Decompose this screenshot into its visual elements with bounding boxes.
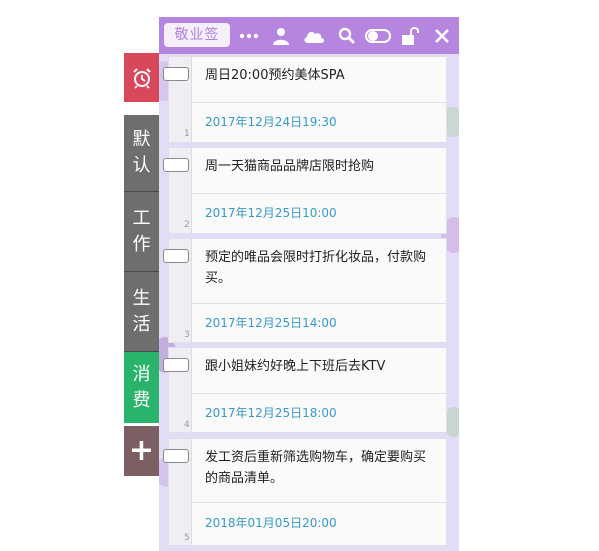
tab-spending-label-top: 消 bbox=[132, 363, 151, 385]
reminder-time: 2017年12月24日19:30 bbox=[205, 115, 337, 129]
user-icon[interactable] bbox=[270, 25, 292, 47]
tab-default[interactable]: 默 认 bbox=[124, 115, 159, 192]
note-card[interactable]: 预定的唯品会限时打折化妆品，付款购买。 2017年12月25日14:00 3 bbox=[163, 239, 446, 342]
note-text: 周日20:00预约美体SPA bbox=[205, 68, 345, 83]
plus-icon: + bbox=[128, 433, 155, 468]
alarm-clock-icon bbox=[132, 67, 151, 89]
reminder-time: 2017年12月25日10:00 bbox=[205, 206, 337, 220]
reminder-time: 2017年12月25日18:00 bbox=[205, 406, 337, 420]
note-card[interactable]: 周一天猫商品品牌店限时抢购 2017年12月25日10:00 2 bbox=[163, 148, 446, 233]
note-text: 周一天猫商品品牌店限时抢购 bbox=[205, 159, 375, 174]
note-number: 1 bbox=[184, 129, 190, 139]
search-icon[interactable] bbox=[336, 25, 358, 47]
card-divider bbox=[191, 393, 446, 394]
note-number: 4 bbox=[184, 420, 190, 430]
note-text: 预定的唯品会限时打折化妆品，付款购买。 bbox=[205, 250, 427, 286]
add-category-button[interactable]: + bbox=[124, 426, 159, 476]
notes-window: 敬业签 周日20:00预约美体SPA 2017年12月24日19:30 1 周一… bbox=[159, 17, 459, 551]
tab-life-label-bottom: 活 bbox=[132, 313, 151, 335]
reminder-time: 2018年01月05日20:00 bbox=[205, 516, 337, 530]
note-text: 跟小姐妹约好晚上下班后去KTV bbox=[205, 359, 386, 374]
tab-spending[interactable]: 消 费 bbox=[124, 352, 159, 423]
tab-life[interactable]: 生 活 bbox=[124, 272, 159, 352]
binder-ring bbox=[163, 67, 189, 81]
card-divider bbox=[191, 303, 446, 304]
tab-work-label-bottom: 作 bbox=[132, 233, 151, 255]
cloud-icon[interactable] bbox=[303, 25, 325, 47]
tab-spending-label-bottom: 费 bbox=[132, 389, 151, 411]
card-divider bbox=[191, 102, 446, 103]
alarm-tab[interactable] bbox=[124, 53, 159, 102]
note-card[interactable]: 跟小姐妹约好晚上下班后去KTV 2017年12月25日18:00 4 bbox=[163, 348, 446, 432]
binder-ring bbox=[163, 249, 189, 263]
tab-life-label-top: 生 bbox=[132, 287, 151, 309]
binder-ring bbox=[163, 449, 189, 463]
binder-ring bbox=[163, 358, 189, 372]
binder-ring bbox=[163, 158, 189, 172]
note-card[interactable]: 周日20:00预约美体SPA 2017年12月24日19:30 1 bbox=[163, 57, 446, 142]
note-number: 5 bbox=[184, 533, 190, 543]
reminder-time: 2017年12月25日14:00 bbox=[205, 316, 337, 330]
note-number: 2 bbox=[184, 220, 190, 230]
more-icon[interactable] bbox=[238, 25, 260, 47]
unlock-icon[interactable] bbox=[399, 25, 421, 47]
note-number: 3 bbox=[184, 330, 190, 340]
note-card[interactable]: 发工资后重新筛选购物车，确定要购买的商品清单。 2018年01月05日20:00… bbox=[163, 439, 446, 545]
app-brand[interactable]: 敬业签 bbox=[164, 23, 230, 47]
close-icon[interactable] bbox=[431, 25, 453, 47]
card-divider bbox=[191, 193, 446, 194]
note-text: 发工资后重新筛选购物车，确定要购买的商品清单。 bbox=[205, 450, 427, 486]
tab-default-label-bottom: 认 bbox=[132, 155, 151, 176]
toggle-icon[interactable] bbox=[365, 25, 391, 47]
tab-default-label-top: 默 bbox=[132, 129, 151, 150]
tab-work-label-top: 工 bbox=[132, 207, 151, 229]
card-divider bbox=[191, 502, 446, 503]
title-bar: 敬业签 bbox=[159, 17, 459, 54]
tab-work[interactable]: 工 作 bbox=[124, 192, 159, 272]
